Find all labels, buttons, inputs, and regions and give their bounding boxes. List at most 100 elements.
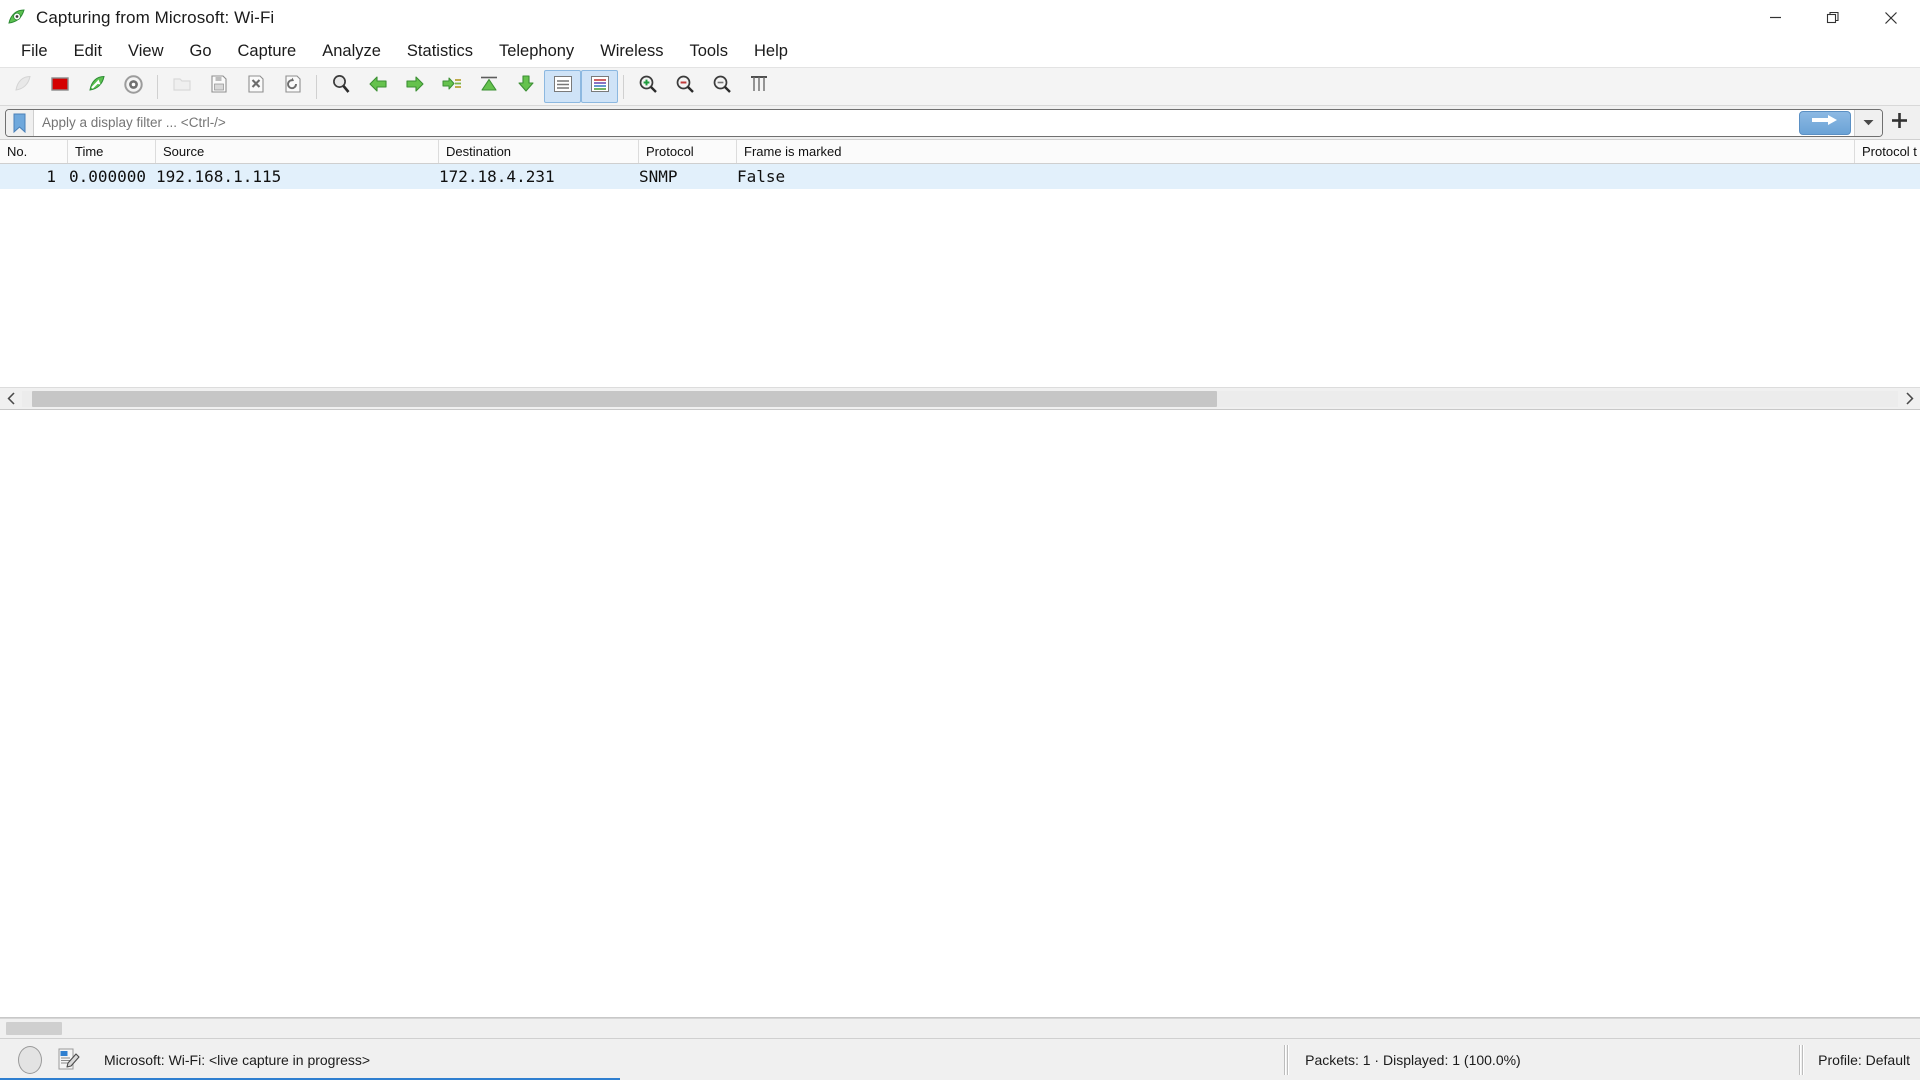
shark-fin-grey-icon <box>12 73 34 100</box>
auto-scroll-icon <box>552 74 574 99</box>
menu-analyze[interactable]: Analyze <box>309 38 394 65</box>
menu-go[interactable]: Go <box>177 38 225 65</box>
display-filter-bar <box>0 106 1920 140</box>
zoom-in-button[interactable] <box>629 70 666 103</box>
maximize-button[interactable] <box>1804 0 1862 35</box>
packet-bytes-pane[interactable] <box>0 1018 1920 1038</box>
minimize-button[interactable] <box>1746 0 1804 35</box>
chevron-down-icon <box>1862 114 1875 132</box>
close-file-x-icon <box>246 74 266 99</box>
scrollbar-track[interactable] <box>22 390 1898 407</box>
cell-frame-is-marked: False <box>737 167 786 186</box>
column-header-no[interactable]: No. <box>0 140 68 163</box>
packet-list-rows[interactable]: 1 0.000000 192.168.1.115 172.18.4.231 SN… <box>0 164 1920 387</box>
arrow-right-green-icon <box>404 73 426 100</box>
zoom-out-button[interactable] <box>666 70 703 103</box>
packet-list-header: No. Time Source Destination Protocol Fra… <box>0 140 1920 164</box>
folder-open-icon <box>172 74 192 99</box>
arrow-right-icon <box>1810 113 1840 132</box>
scrollbar-thumb[interactable] <box>32 390 1217 407</box>
go-to-first-packet-button[interactable] <box>470 70 507 103</box>
cell-protocol: SNMP <box>639 167 678 186</box>
close-file-button[interactable] <box>237 70 274 103</box>
bookmark-icon[interactable] <box>6 109 34 136</box>
packet-list-horizontal-scrollbar[interactable] <box>0 387 1920 409</box>
go-first-packet-icon <box>478 73 500 100</box>
menu-view[interactable]: View <box>115 38 176 65</box>
shark-fin-green-refresh-icon <box>86 73 108 100</box>
column-header-source[interactable]: Source <box>156 140 439 163</box>
colorize-packets-button[interactable] <box>581 70 618 103</box>
goto-packet-icon <box>441 73 463 100</box>
gear-icon <box>123 74 144 100</box>
go-last-packet-icon <box>515 73 537 100</box>
toolbar-separator <box>623 74 624 99</box>
go-back-button[interactable] <box>359 70 396 103</box>
menu-wireless[interactable]: Wireless <box>587 38 676 65</box>
capture-options-button[interactable] <box>115 70 152 103</box>
start-capture-button[interactable] <box>4 70 41 103</box>
zoom-reset-button[interactable] <box>703 70 740 103</box>
resize-columns-button[interactable] <box>740 70 777 103</box>
colorize-packets-icon <box>589 74 611 99</box>
expert-info-icon[interactable] <box>18 1045 42 1074</box>
apply-filter-button[interactable] <box>1799 110 1851 135</box>
profile-text[interactable]: Profile: Default <box>1804 1052 1920 1068</box>
menu-file[interactable]: File <box>8 38 61 65</box>
open-file-button[interactable] <box>163 70 200 103</box>
capture-file-properties-icon[interactable] <box>56 1047 82 1073</box>
close-button[interactable] <box>1862 0 1920 35</box>
cell-time: 0.000000 <box>69 167 147 186</box>
toolbar-separator <box>157 74 158 99</box>
packet-counts-text: Packets: 1 · Displayed: 1 (100.0%) <box>1305 1051 1521 1068</box>
menu-bar: File Edit View Go Capture Analyze Statis… <box>0 35 1920 67</box>
menu-telephony[interactable]: Telephony <box>486 38 587 65</box>
add-filter-button[interactable] <box>1883 109 1915 137</box>
capture-status-text: Microsoft: Wi-Fi: <live capture in progr… <box>104 1051 371 1068</box>
title-bar: Capturing from Microsoft: Wi-Fi <box>0 0 1920 35</box>
zoom-reset-icon <box>711 73 733 100</box>
column-header-frame-is-marked[interactable]: Frame is marked <box>737 140 1855 163</box>
reload-arrow-icon <box>283 74 303 99</box>
packet-list-pane: No. Time Source Destination Protocol Fra… <box>0 140 1920 410</box>
save-file-button[interactable] <box>200 70 237 103</box>
column-header-protocol-type[interactable]: Protocol t <box>1855 140 1920 163</box>
zoom-in-icon <box>637 73 659 100</box>
go-to-packet-button[interactable] <box>433 70 470 103</box>
main-toolbar <box>0 67 1920 106</box>
menu-help[interactable]: Help <box>741 38 801 65</box>
cell-source: 192.168.1.115 <box>156 167 282 186</box>
stop-capture-button[interactable] <box>41 70 78 103</box>
wireshark-window: Capturing from Microsoft: Wi-Fi File Edi… <box>0 0 1920 1080</box>
chevron-left-icon[interactable] <box>0 388 22 410</box>
magnifier-icon <box>330 73 352 100</box>
filter-history-dropdown[interactable] <box>1854 109 1882 136</box>
arrow-left-green-icon <box>367 73 389 100</box>
go-to-last-packet-button[interactable] <box>507 70 544 103</box>
menu-capture[interactable]: Capture <box>225 38 310 65</box>
packet-details-pane[interactable] <box>0 410 1920 1018</box>
window-title: Capturing from Microsoft: Wi-Fi <box>36 7 275 27</box>
menu-edit[interactable]: Edit <box>61 38 115 65</box>
status-divider <box>1799 1044 1802 1075</box>
menu-statistics[interactable]: Statistics <box>394 38 486 65</box>
status-bar: Microsoft: Wi-Fi: <live capture in progr… <box>0 1038 1920 1080</box>
reload-file-button[interactable] <box>274 70 311 103</box>
column-header-destination[interactable]: Destination <box>439 140 639 163</box>
resize-columns-icon <box>748 74 770 99</box>
restart-capture-button[interactable] <box>78 70 115 103</box>
zoom-out-icon <box>674 73 696 100</box>
column-header-time[interactable]: Time <box>68 140 156 163</box>
display-filter-input[interactable] <box>34 110 1799 135</box>
find-packet-button[interactable] <box>322 70 359 103</box>
window-controls <box>1746 0 1920 35</box>
auto-scroll-button[interactable] <box>544 70 581 103</box>
wireshark-fin-icon <box>6 7 28 29</box>
column-header-protocol[interactable]: Protocol <box>639 140 737 163</box>
menu-tools[interactable]: Tools <box>676 38 741 65</box>
table-row[interactable]: 1 0.000000 192.168.1.115 172.18.4.231 SN… <box>0 164 1920 189</box>
save-disk-icon <box>209 74 229 99</box>
chevron-right-icon[interactable] <box>1898 388 1920 410</box>
go-forward-button[interactable] <box>396 70 433 103</box>
bytes-scrollbar-thumb[interactable] <box>6 1022 62 1035</box>
